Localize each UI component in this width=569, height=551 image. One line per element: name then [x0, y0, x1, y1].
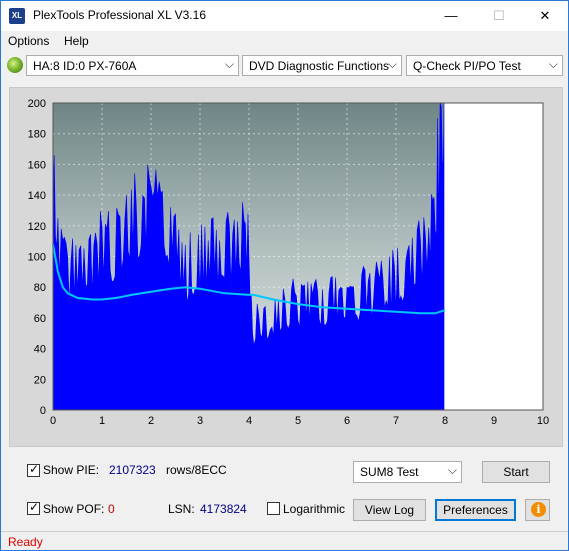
function-select[interactable]: DVD Diagnostic Functions ⌵: [242, 55, 402, 76]
test-select-value: Q-Check PI/PO Test: [413, 59, 521, 73]
logarithmic-label: Logarithmic: [283, 502, 346, 516]
chevron-down-icon: ⌵: [548, 57, 558, 71]
chevron-down-icon: ⌵: [447, 463, 457, 477]
show-pof-label: Show POF:: [43, 502, 105, 516]
x-tick-label: 8: [442, 415, 448, 427]
sum-test-value: SUM8 Test: [360, 465, 419, 479]
y-tick-label: 200: [28, 98, 46, 110]
menu-bar: Options Help: [1, 31, 568, 51]
window-title: PlexTools Professional XL V3.16: [33, 8, 206, 22]
chart-panel: 0 1 2 3 4 5 6 7 8 9 10 0 20 40 60 80 100 120 140 160 180 200: [9, 87, 563, 447]
check-icon: ✓: [29, 462, 40, 476]
lsn-label: LSN:: [168, 502, 195, 516]
lsn-value: 4173824: [200, 502, 247, 516]
app-window: XL PlexTools Professional XL V3.16 — ☐ ✕…: [0, 0, 569, 551]
drive-select[interactable]: HA:8 ID:0 PX-760A ⌵: [26, 55, 239, 76]
menu-options[interactable]: Options: [8, 34, 49, 48]
close-button[interactable]: ✕: [522, 1, 568, 31]
pi-po-chart: 0 1 2 3 4 5 6 7 8 9 10020406080100120140160180200: [28, 98, 549, 427]
show-pie-label: Show PIE:: [43, 463, 100, 477]
view-log-button[interactable]: View Log: [353, 499, 426, 521]
preferences-button[interactable]: Preferences: [435, 499, 516, 521]
x-tick-label: 6: [344, 415, 350, 427]
maximize-button[interactable]: ☐: [476, 1, 522, 31]
y-tick-label: 40: [34, 344, 46, 356]
test-select[interactable]: Q-Check PI/PO Test ⌵: [406, 55, 563, 76]
app-logo-icon: XL: [9, 8, 25, 24]
show-pie-checkbox[interactable]: ✓: [27, 462, 40, 477]
rows-label: rows/8ECC: [166, 463, 227, 477]
status-bar: Ready: [1, 531, 568, 551]
sum-test-select[interactable]: SUM8 Test ⌵: [353, 461, 462, 483]
pie-value: 2107323: [109, 463, 156, 477]
x-tick-label: 5: [295, 415, 301, 427]
info-button[interactable]: i: [525, 499, 550, 521]
x-tick-label: 4: [246, 415, 252, 427]
chevron-down-icon: ⌵: [224, 57, 234, 71]
title-bar: XL PlexTools Professional XL V3.16 — ☐ ✕: [1, 1, 568, 31]
x-tick-label: 3: [197, 415, 203, 427]
y-tick-label: 0: [40, 405, 46, 417]
x-tick-label: 0: [50, 415, 56, 427]
x-tick-label: 1: [99, 415, 105, 427]
pof-value: 0: [108, 502, 115, 516]
show-pof-checkbox[interactable]: ✓: [27, 500, 40, 515]
function-select-value: DVD Diagnostic Functions: [249, 59, 390, 73]
check-icon: ✓: [29, 500, 40, 514]
minimize-button[interactable]: —: [428, 1, 474, 31]
controls-panel: ✓ Show PIE: 2107323 rows/8ECC SUM8 Test …: [9, 451, 561, 527]
x-tick-label: 7: [393, 415, 399, 427]
x-tick-label: 2: [148, 415, 154, 427]
menu-help[interactable]: Help: [64, 34, 89, 48]
logarithmic-checkbox[interactable]: [267, 502, 280, 515]
y-tick-label: 180: [28, 129, 46, 141]
x-tick-label: 10: [537, 415, 549, 427]
x-tick-label: 9: [491, 415, 497, 427]
status-text: Ready: [8, 535, 43, 549]
y-tick-label: 140: [28, 190, 46, 202]
info-icon: i: [531, 502, 546, 517]
y-tick-label: 80: [34, 282, 46, 294]
y-tick-label: 160: [28, 159, 46, 171]
drive-select-value: HA:8 ID:0 PX-760A: [33, 59, 137, 73]
drive-status-icon: [7, 57, 23, 73]
y-tick-label: 60: [34, 313, 46, 325]
y-tick-label: 20: [34, 374, 46, 386]
toolbar: HA:8 ID:0 PX-760A ⌵ DVD Diagnostic Funct…: [1, 53, 568, 79]
chevron-down-icon: ⌵: [387, 57, 397, 71]
y-tick-label: 120: [28, 221, 46, 233]
start-button[interactable]: Start: [482, 461, 550, 483]
y-tick-label: 100: [28, 252, 46, 264]
